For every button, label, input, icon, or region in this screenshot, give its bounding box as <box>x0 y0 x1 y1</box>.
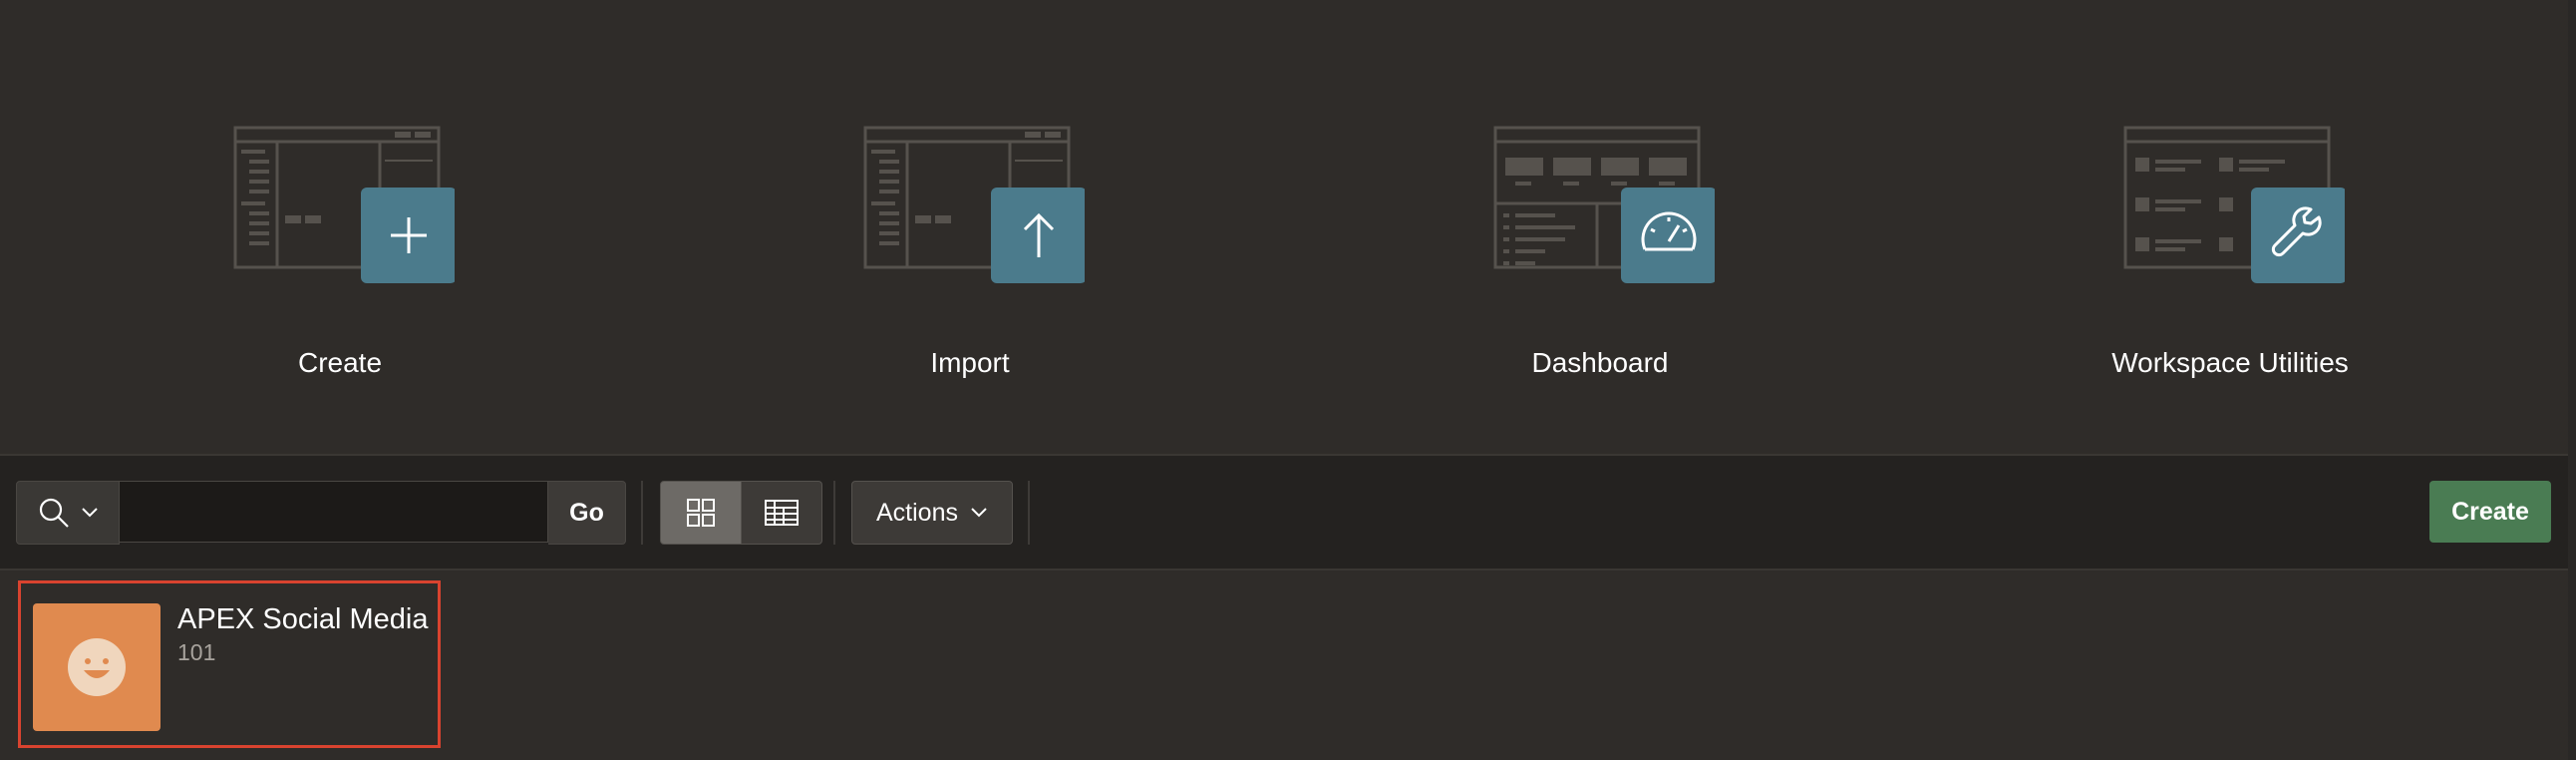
grid-icon <box>687 499 715 527</box>
icon-view-button[interactable] <box>660 481 742 545</box>
plus-icon <box>233 126 455 283</box>
hero-region: Create Import Dashboard Workspace Utilit… <box>0 0 2576 454</box>
app-icon-tile <box>33 603 161 731</box>
arrow-up-icon <box>863 126 1085 283</box>
report-view-button[interactable] <box>742 481 822 545</box>
toolbar-divider <box>641 481 643 545</box>
chevron-down-icon <box>971 508 987 518</box>
actions-label: Actions <box>876 498 958 527</box>
view-toggle <box>660 481 822 545</box>
toolbar-divider <box>833 481 835 545</box>
table-icon <box>765 500 799 526</box>
create-card[interactable]: Create <box>175 120 504 399</box>
actions-menu-button[interactable]: Actions <box>851 481 1013 545</box>
search-column-dropdown[interactable] <box>16 481 120 545</box>
workspace-utilities-card[interactable]: Workspace Utilities <box>2066 120 2395 399</box>
create-button[interactable]: Create <box>2429 481 2551 543</box>
create-card-label: Create <box>297 347 383 378</box>
toolbar-divider <box>1028 481 1030 545</box>
dashboard-card-label: Dashboard <box>1531 347 1669 378</box>
workspace-utilities-card-label: Workspace Utilities <box>2111 347 2349 378</box>
app-card[interactable]: APEX Social Media 101 <box>18 580 441 748</box>
search-icon <box>39 498 69 528</box>
import-card[interactable]: Import <box>805 120 1134 399</box>
search-bar: Go <box>16 481 626 545</box>
gauge-icon <box>1493 126 1715 283</box>
dashboard-card[interactable]: Dashboard <box>1436 120 1765 399</box>
app-id: 101 <box>177 639 216 665</box>
import-card-label: Import <box>930 347 1010 378</box>
search-input[interactable] <box>120 481 548 543</box>
go-button[interactable]: Go <box>548 481 626 545</box>
chevron-down-icon <box>82 508 98 518</box>
app-name[interactable]: APEX Social Media <box>177 603 428 636</box>
wrench-icon <box>2123 126 2345 283</box>
toolbar-bottom-divider <box>0 569 2576 570</box>
scrollbar-edge <box>2568 0 2576 760</box>
smiley-icon <box>68 638 126 696</box>
